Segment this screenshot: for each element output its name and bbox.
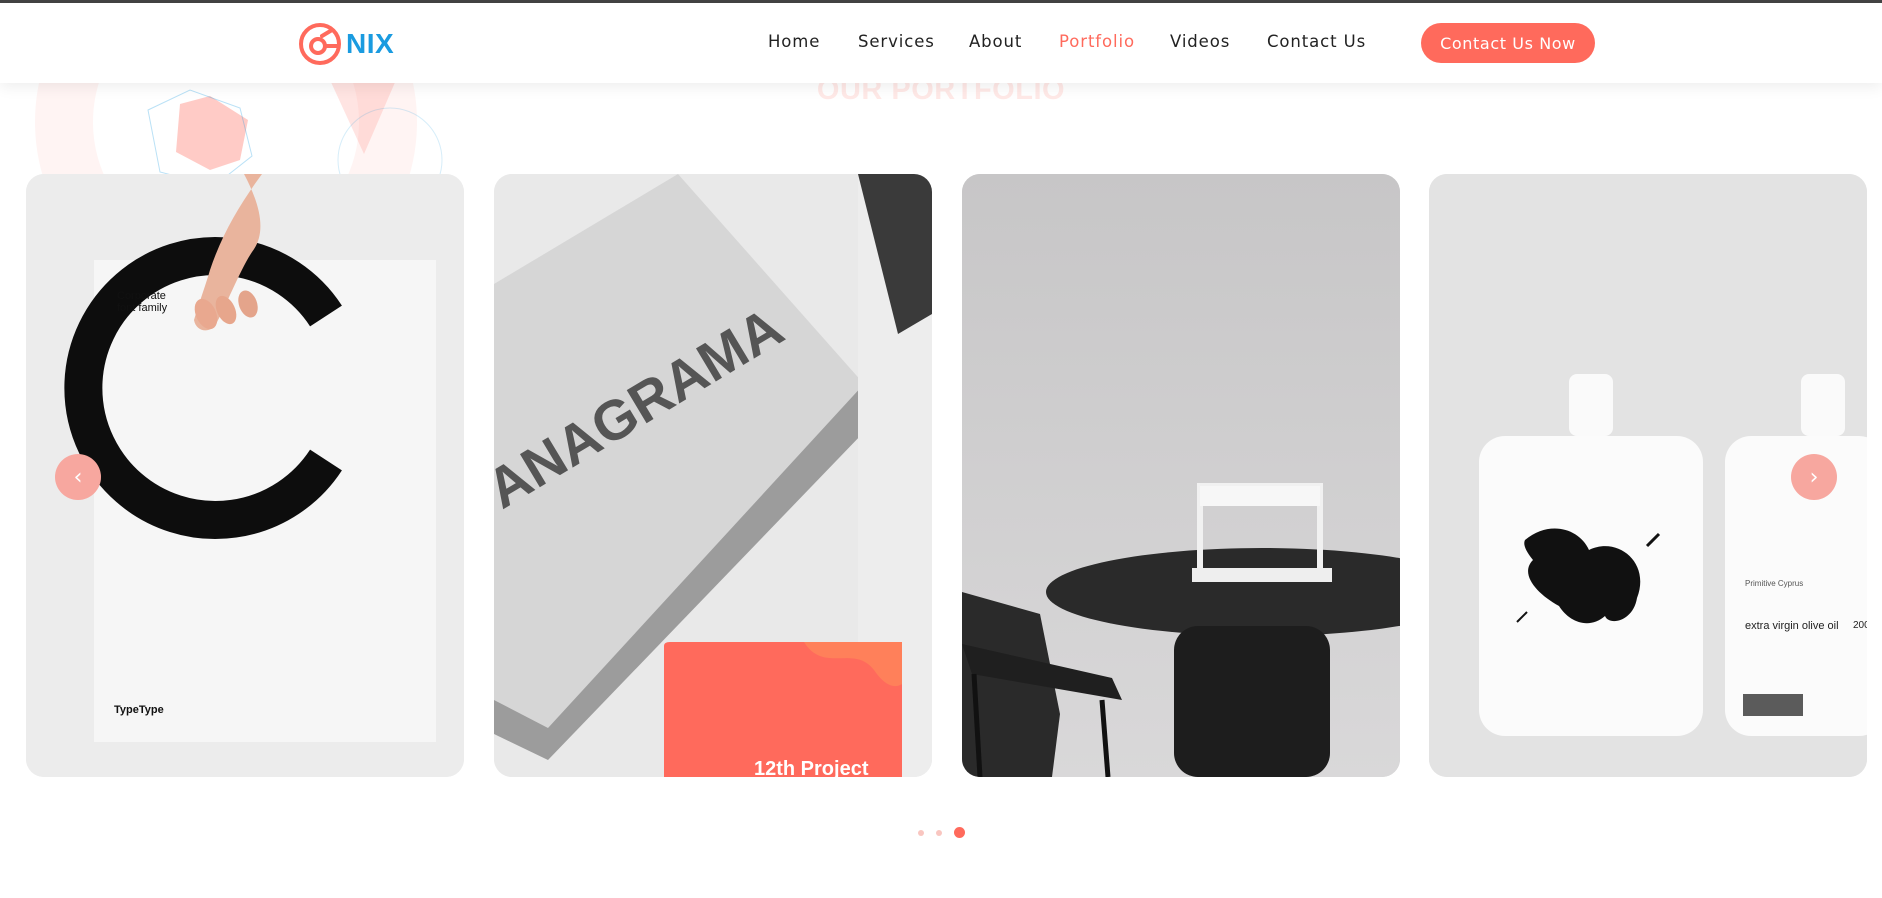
site-header: NIX Home Services About Portfolio Videos…	[0, 3, 1882, 83]
bottle-product-label: extra virgin olive oil	[1745, 620, 1839, 632]
lamp-interior-image	[962, 174, 1400, 777]
nav-item-videos[interactable]: Videos	[1170, 32, 1230, 51]
project-label: 12th Project	[754, 758, 869, 777]
contact-us-now-button[interactable]: Contact Us Now	[1421, 23, 1595, 63]
portfolio-card-anagrama[interactable]: ANAGRAMA 12th Project	[494, 174, 932, 777]
chevron-left-icon: ‹	[73, 464, 83, 490]
carousel-pagination	[0, 827, 1882, 838]
poster-typetype-label: TypeType	[114, 704, 164, 716]
bottle-volume-label: 200	[1853, 620, 1867, 631]
bottle-brand-label: Primitive Cyprus	[1745, 579, 1804, 588]
carousel-prev-button[interactable]: ‹	[55, 454, 101, 500]
carousel-dot-2[interactable]	[935, 829, 942, 836]
carousel-dot-1[interactable]	[917, 829, 924, 836]
nav-item-portfolio[interactable]: Portfolio	[1059, 32, 1135, 51]
carousel-next-button[interactable]: ›	[1791, 454, 1837, 500]
poster-caption-line2: font family	[117, 302, 168, 314]
poster-caption-line1: Corporate	[117, 290, 166, 302]
carousel-dot-3[interactable]	[953, 827, 965, 838]
main-nav: Home Services About Portfolio Videos Con…	[0, 3, 1882, 83]
anagrama-cards-image: ANAGRAMA	[494, 174, 932, 777]
portfolio-page: OUR PORTFOLIO NIX Home Services About Po…	[0, 0, 1882, 898]
nav-item-home[interactable]: Home	[768, 32, 820, 51]
portfolio-card-lamp[interactable]	[962, 174, 1400, 777]
nav-item-services[interactable]: Services	[858, 32, 935, 51]
nav-item-about[interactable]: About	[969, 32, 1022, 51]
chevron-right-icon: ›	[1809, 464, 1819, 490]
nav-item-contact-us[interactable]: Contact Us	[1267, 32, 1366, 51]
